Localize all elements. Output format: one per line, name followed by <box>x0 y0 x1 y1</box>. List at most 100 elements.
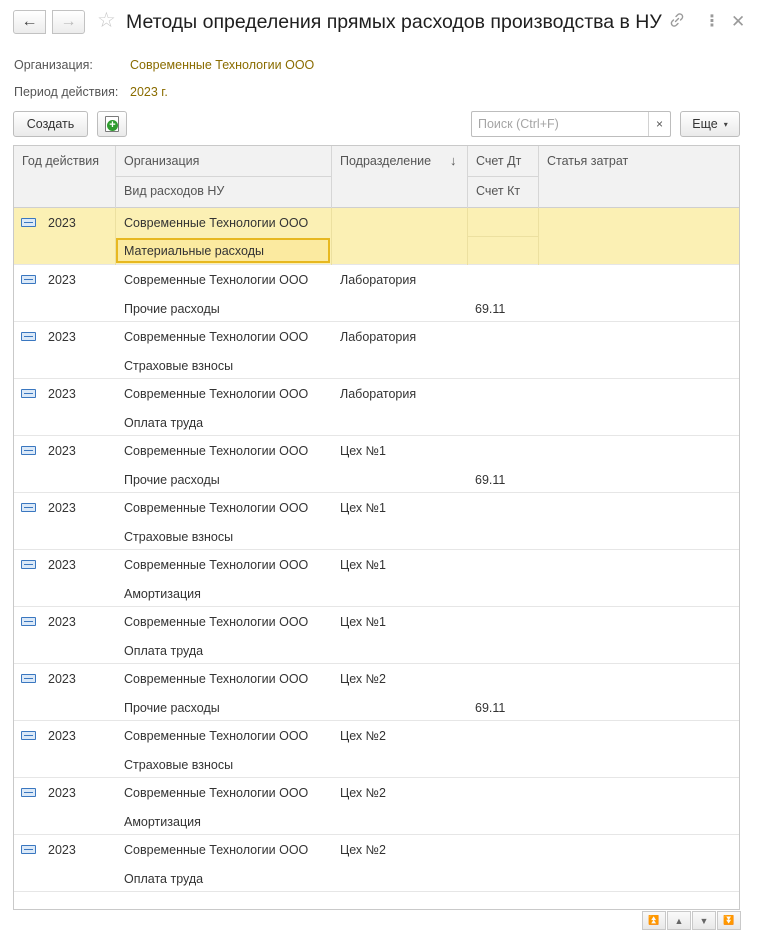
cell-year: 2023 <box>48 558 76 572</box>
header-divider <box>115 146 116 208</box>
table-row[interactable]: 2023 Современные Технологии ООО Цех №2 О… <box>14 835 739 892</box>
scroll-last-button[interactable]: ⏬ <box>717 911 741 930</box>
table-header: Год действия Организация Вид расходов НУ… <box>14 146 739 208</box>
cell-year: 2023 <box>48 273 76 287</box>
table-row[interactable]: 2023 Современные Технологии ООО Лаборато… <box>14 322 739 379</box>
cell-organization: Современные Технологии ООО <box>124 729 309 743</box>
scroll-up-button[interactable]: ▲ <box>667 911 691 930</box>
window-titlebar: ← → ☆ Методы определения прямых расходов… <box>0 0 764 46</box>
record-icon <box>21 788 36 797</box>
cell-organization: Современные Технологии ООО <box>124 672 309 686</box>
scroll-down-button[interactable]: ▼ <box>692 911 716 930</box>
column-header-cost-item[interactable]: Статья затрат <box>547 154 628 168</box>
cell-expense-type: Страховые взносы <box>124 530 234 544</box>
scroll-first-button[interactable]: ⏫ <box>642 911 666 930</box>
table-row[interactable]: 2023 Современные Технологии ООО Цех №1 О… <box>14 607 739 664</box>
cell-year: 2023 <box>48 444 76 458</box>
page-title: Методы определения прямых расходов произ… <box>126 11 662 33</box>
record-icon <box>21 275 36 284</box>
cell-account: 69.11 <box>475 473 506 487</box>
table-row[interactable]: 2023 Современные Технологии ООО Цех №1 П… <box>14 436 739 493</box>
cell-division: Цех №1 <box>340 444 387 458</box>
add-copy-button[interactable] <box>97 111 127 137</box>
cell-year: 2023 <box>48 501 76 515</box>
cell-organization: Современные Технологии ООО <box>124 273 309 287</box>
scroll-up-icon: ▲ <box>674 915 684 926</box>
cell-division: Цех №1 <box>340 558 387 572</box>
column-header-year[interactable]: Год действия <box>22 154 99 168</box>
cell-organization: Современные Технологии ООО <box>124 387 309 401</box>
header-divider <box>115 176 331 177</box>
period-filter-value[interactable]: 2023 г. <box>130 85 168 99</box>
cell-organization: Современные Технологии ООО <box>124 216 309 230</box>
forward-button[interactable]: → <box>52 10 85 34</box>
record-icon <box>21 560 36 569</box>
cell-account: 69.11 <box>475 302 506 316</box>
cell-division: Цех №2 <box>340 786 387 800</box>
table-row[interactable]: 2023 Современные Технологии ООО Цех №1 А… <box>14 550 739 607</box>
header-divider <box>331 146 332 208</box>
row-divider <box>331 208 332 265</box>
more-button-label: Еще <box>692 117 718 131</box>
record-icon <box>21 446 36 455</box>
table-row[interactable]: 2023 Современные Технологии ООО Материал… <box>14 208 739 265</box>
close-icon[interactable]: ✕ <box>731 12 745 32</box>
search-input[interactable] <box>472 112 648 136</box>
add-document-icon <box>105 116 119 132</box>
record-icon <box>21 845 36 854</box>
link-icon[interactable] <box>669 12 685 34</box>
cell-division: Лаборатория <box>340 273 417 287</box>
cell-division: Цех №1 <box>340 615 387 629</box>
organization-filter-value[interactable]: Современные Технологии ООО <box>130 58 314 72</box>
cell-year: 2023 <box>48 216 76 230</box>
arrow-right-icon: → <box>60 13 77 30</box>
cell-expense-type: Прочие расходы <box>124 473 220 487</box>
cell-expense-type: Прочие расходы <box>124 302 220 316</box>
scroll-bottom-icon: ⏬ <box>723 915 735 925</box>
cell-year: 2023 <box>48 330 76 344</box>
column-header-expense-type[interactable]: Вид расходов НУ <box>124 184 224 198</box>
column-header-organization[interactable]: Организация <box>124 154 199 168</box>
create-button[interactable]: Создать <box>13 111 88 137</box>
data-table: Год действия Организация Вид расходов НУ… <box>13 145 740 910</box>
column-header-debit[interactable]: Счет Дт <box>476 154 521 168</box>
cell-year: 2023 <box>48 729 76 743</box>
selected-cell[interactable]: Материальные расходы <box>116 238 330 263</box>
back-button[interactable]: ← <box>13 10 46 34</box>
scroll-down-icon: ▼ <box>699 915 709 926</box>
period-label: Период действия: <box>14 85 119 99</box>
more-button[interactable]: Еще ▾ <box>680 111 740 137</box>
cell-organization: Современные Технологии ООО <box>124 330 309 344</box>
row-divider <box>115 208 116 265</box>
record-icon <box>21 674 36 683</box>
cell-division: Лаборатория <box>340 387 417 401</box>
cell-organization: Современные Технологии ООО <box>124 615 309 629</box>
cell-organization: Современные Технологии ООО <box>124 558 309 572</box>
table-row[interactable]: 2023 Современные Технологии ООО Цех №2 С… <box>14 721 739 778</box>
cell-organization: Современные Технологии ООО <box>124 444 309 458</box>
cell-year: 2023 <box>48 672 76 686</box>
table-row[interactable]: 2023 Современные Технологии ООО Цех №2 П… <box>14 664 739 721</box>
table-row[interactable]: 2023 Современные Технологии ООО Лаборато… <box>14 379 739 436</box>
cell-expense-type: Страховые взносы <box>124 758 234 772</box>
cell-year: 2023 <box>48 786 76 800</box>
column-header-credit[interactable]: Счет Кт <box>476 184 520 198</box>
favorite-star-icon[interactable]: ☆ <box>97 9 116 33</box>
search-clear-button[interactable]: × <box>648 112 670 136</box>
cell-expense-type: Оплата труда <box>124 644 204 658</box>
table-row[interactable]: 2023 Современные Технологии ООО Цех №1 С… <box>14 493 739 550</box>
cell-year: 2023 <box>48 615 76 629</box>
more-vertical-icon[interactable]: ⋮ <box>704 12 720 32</box>
cell-expense-type: Прочие расходы <box>124 701 220 715</box>
chevron-down-icon: ▾ <box>723 119 728 129</box>
cell-organization: Современные Технологии ООО <box>124 843 309 857</box>
header-divider <box>467 146 468 208</box>
cell-expense-type: Оплата труда <box>124 416 204 430</box>
column-header-division[interactable]: Подразделение <box>340 154 431 168</box>
cell-division: Лаборатория <box>340 330 417 344</box>
organization-label: Организация: <box>14 58 93 72</box>
table-row[interactable]: 2023 Современные Технологии ООО Лаборато… <box>14 265 739 322</box>
cell-expense-type: Страховые взносы <box>124 359 234 373</box>
cell-year: 2023 <box>48 387 76 401</box>
table-row[interactable]: 2023 Современные Технологии ООО Цех №2 А… <box>14 778 739 835</box>
